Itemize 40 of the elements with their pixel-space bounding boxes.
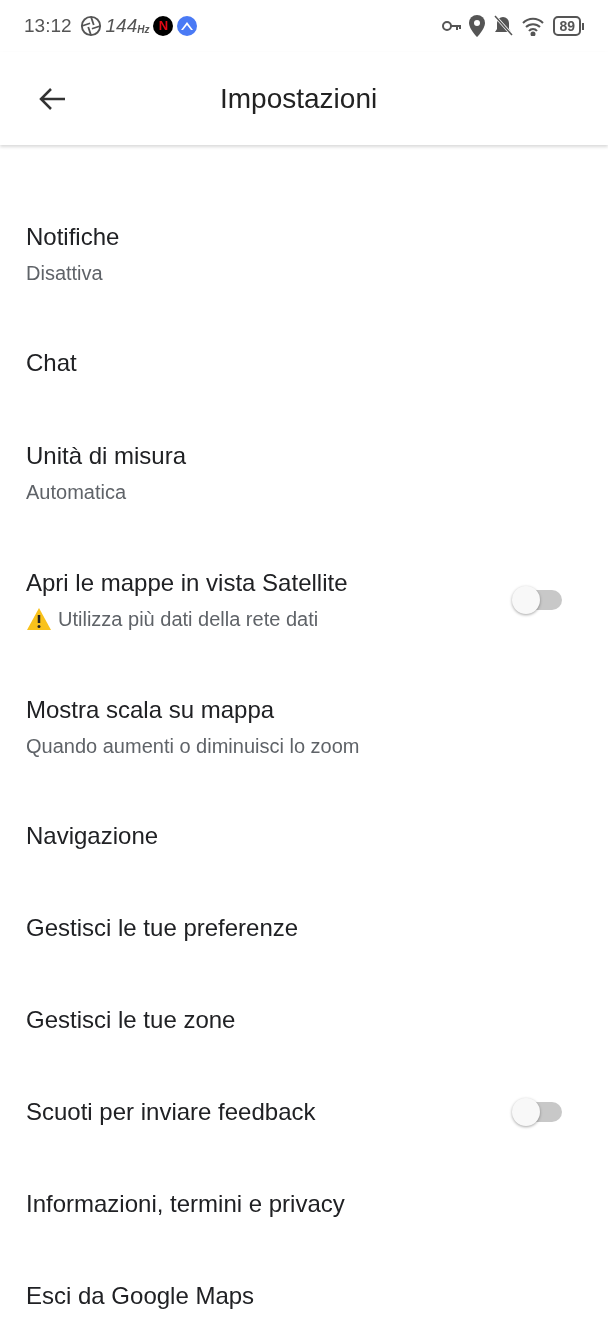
settings-item[interactable]: Esci da Google Maps [0, 1250, 608, 1342]
settings-item[interactable]: Informazioni, termini e privacy [0, 1158, 608, 1250]
item-title: Esci da Google Maps [26, 1281, 256, 1311]
aperture-icon [79, 15, 102, 37]
item-title: Scuoti per inviare feedback [26, 1097, 317, 1127]
item-title: Gestisci le tue zone [26, 1005, 237, 1035]
app-badge: N [153, 16, 174, 36]
item-title: Navigazione [26, 821, 160, 851]
bell-off-icon [493, 15, 514, 37]
item-title: Notifiche [26, 221, 121, 252]
back-arrow-icon[interactable] [38, 86, 66, 111]
item-title: Unità di misura [26, 440, 188, 471]
settings-item[interactable]: Gestisci le tue preferenze [0, 882, 608, 974]
wifi-icon [521, 16, 546, 36]
item-title: Mostra scala su mappa [26, 694, 276, 725]
settings-item[interactable]: Navigazione [0, 790, 608, 882]
status-time: 13:12 [24, 13, 72, 38]
settings-item[interactable]: Unità di misura Automatica [0, 409, 608, 536]
settings-item[interactable]: Mostra scala su mappa Quando aumenti o diminuisci lo zoom [0, 663, 608, 790]
settings-item[interactable]: Chat [0, 317, 608, 409]
page-title: Impostazioni [220, 81, 378, 116]
settings-item[interactable]: Gestisci le tue zone [0, 974, 608, 1066]
toggle-switch[interactable] [512, 1098, 564, 1126]
item-subtitle: Quando aumenti o diminuisci lo zoom [26, 733, 360, 759]
item-title: Gestisci le tue preferenze [26, 913, 300, 943]
item-subtitle: Utilizza più dati della rete dati [58, 606, 319, 632]
location-icon [469, 15, 486, 37]
settings-item[interactable]: Notifiche Disattiva [0, 190, 608, 317]
refresh-unit: Hz [137, 24, 150, 37]
toggle-switch[interactable] [512, 585, 564, 614]
battery-indicator: 89 [553, 16, 584, 36]
key-icon [441, 19, 464, 33]
settings-item[interactable]: Scuoti per inviare feedback [0, 1066, 608, 1158]
item-title: Chat [26, 348, 78, 378]
item-title: Informazioni, termini e privacy [26, 1189, 346, 1219]
settings-item[interactable]: Apri le mappe in vista Satellite Utilizza più dati della rete dati [0, 536, 608, 663]
item-subtitle: Disattiva [26, 260, 103, 286]
item-title: Apri le mappe in vista Satellite [26, 567, 349, 598]
item-subtitle: Automatica [26, 479, 127, 505]
refresh-rate: 144 [105, 13, 138, 38]
